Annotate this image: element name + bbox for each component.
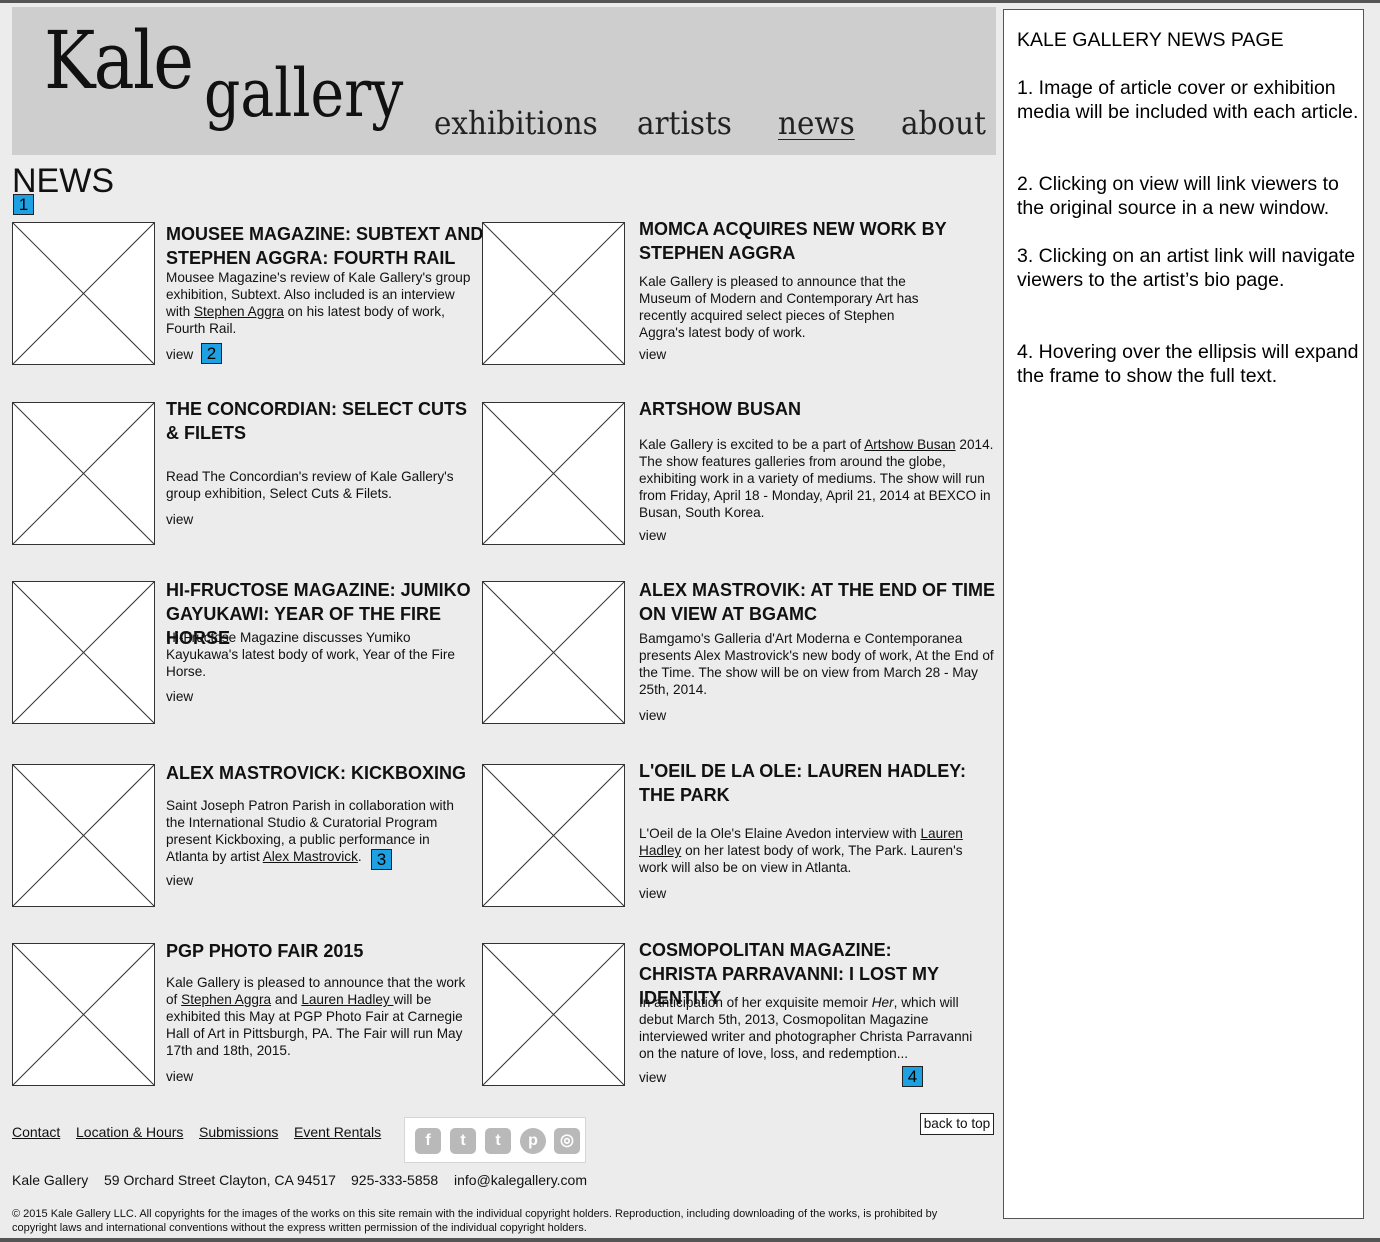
back-to-top-button[interactable]: back to top [920, 1113, 994, 1135]
article-title: ARTSHOW BUSAN [639, 399, 801, 419]
article-image-placeholder[interactable] [482, 222, 625, 365]
news-article: ARTSHOW BUSAN Kale Gallery is excited to… [482, 399, 993, 552]
nav-artists[interactable]: artists [637, 103, 732, 143]
view-link[interactable]: view [639, 1070, 666, 1085]
article-summary: Kale Gallery is pleased to announce that… [639, 274, 919, 340]
annotation-marker-2: 2 [201, 343, 222, 364]
article-summary: Kale Gallery is pleased to announce that… [166, 975, 466, 1058]
article-image-placeholder[interactable] [12, 764, 155, 907]
article-summary: Bamgamo's Galleria d'Art Moderna e Conte… [639, 631, 994, 697]
article-summary: In anticipation of her exquisite memoir … [639, 995, 973, 1061]
news-article: ALEX MASTROVICK: KICKBOXING Saint Joseph… [12, 763, 482, 914]
article-image-placeholder[interactable] [12, 402, 155, 545]
view-link[interactable]: view [166, 347, 193, 362]
footer-contact-link[interactable]: Contact [12, 1124, 60, 1140]
logo-kale[interactable]: Kale [44, 21, 194, 101]
artist-link[interactable]: Lauren Hadley [301, 992, 393, 1007]
artist-link[interactable]: Alex Mastrovick [263, 849, 358, 864]
footer-location-link[interactable]: Location & Hours [76, 1124, 183, 1140]
article-title: L'OEIL DE LA OLE: LAUREN HADLEY: THE PAR… [639, 761, 966, 805]
phone-number: 925-333-5858 [351, 1172, 439, 1188]
annotation-marker-4: 4 [902, 1066, 923, 1087]
news-article: L'OEIL DE LA OLE: LAUREN HADLEY: THE PAR… [482, 761, 966, 914]
bottom-rule [0, 1238, 1380, 1242]
footer-rentals-link[interactable]: Event Rentals [294, 1124, 381, 1140]
article-title: ALEX MASTROVICK: KICKBOXING [166, 763, 467, 783]
view-link[interactable]: view [639, 886, 666, 901]
facebook-icon[interactable]: f [415, 1128, 441, 1154]
news-article: ALEX MASTROVIK: AT THE END OF TIME ON VI… [482, 580, 995, 731]
article-title: ALEX MASTROVIK: AT THE END OF TIME ON VI… [639, 580, 995, 624]
annotation-marker-1: 1 [13, 194, 34, 215]
article-summary: Saint Joseph Patron Parish in collaborat… [166, 798, 454, 864]
main-nav: exhibitions artists news about [12, 103, 996, 143]
article-summary: Read The Concordian's review of Kale Gal… [166, 469, 454, 501]
article-summary: Kale Gallery is excited to be a part of … [639, 437, 994, 520]
news-article: MOMCA ACQUIRES NEW WORK BY STEPHEN AGGRA… [482, 219, 952, 372]
article-title: MOMCA ACQUIRES NEW WORK BY STEPHEN AGGRA [639, 219, 947, 263]
top-rule [0, 0, 1380, 3]
news-article: MOUSEE MAGAZINE: SUBTEXT AND STEPHEN AGG… [12, 222, 483, 372]
article-image-placeholder[interactable] [12, 581, 155, 724]
article-summary: Mousee Magazine's review of Kale Gallery… [166, 270, 471, 336]
view-link[interactable]: view [166, 689, 193, 704]
nav-exhibitions[interactable]: exhibitions [434, 103, 598, 143]
article-summary: L'Oeil de la Ole's Elaine Avedon intervi… [639, 826, 963, 875]
news-article: THE CONCORDIAN: SELECT CUTS & FILETS Rea… [12, 399, 482, 552]
event-link[interactable]: Artshow Busan [864, 437, 955, 452]
tumblr-icon[interactable]: t [485, 1128, 511, 1154]
view-link[interactable]: view [166, 873, 193, 888]
article-image-placeholder[interactable] [482, 943, 625, 1086]
note-4: 4. Hovering over the ellipsis will expan… [1017, 341, 1359, 387]
ellipsis-expand[interactable]: ... [897, 1046, 908, 1061]
note-2: 2. Clicking on view will link viewers to… [1017, 173, 1339, 219]
article-image-placeholder[interactable] [482, 402, 625, 545]
street-address: 59 Orchard Street Clayton, CA 94517 [104, 1172, 336, 1188]
social-icons: f t t p ◎ [404, 1117, 586, 1163]
article-title: MOUSEE MAGAZINE: SUBTEXT AND STEPHEN AGG… [166, 224, 484, 268]
copyright-notice: © 2015 Kale Gallery LLC. All copyrights … [12, 1208, 938, 1234]
pinterest-icon[interactable]: p [520, 1128, 546, 1154]
footer-submissions-link[interactable]: Submissions [199, 1124, 278, 1140]
article-image-placeholder[interactable] [482, 764, 625, 907]
email-address[interactable]: info@kalegallery.com [454, 1172, 587, 1188]
view-link[interactable]: view [166, 1069, 193, 1084]
twitter-icon[interactable]: t [450, 1128, 476, 1154]
gallery-name: Kale Gallery [12, 1172, 89, 1188]
view-link[interactable]: view [639, 347, 666, 362]
artist-link[interactable]: Stephen Aggra [181, 992, 271, 1007]
article-image-placeholder[interactable] [12, 943, 155, 1086]
notes-title: KALE GALLERY NEWS PAGE [1017, 29, 1284, 51]
view-link[interactable]: view [166, 512, 193, 527]
news-article: HI-FRUCTOSE MAGAZINE: JUMIKO GAYUKAWI: Y… [12, 580, 482, 731]
article-title: PGP PHOTO FAIR 2015 [166, 941, 364, 961]
article-image-placeholder[interactable] [482, 581, 625, 724]
news-article: COSMOPOLITAN MAGAZINE: CHRISTA PARRAVANN… [482, 940, 972, 1093]
view-link[interactable]: view [639, 708, 666, 723]
nav-about[interactable]: about [901, 103, 986, 143]
view-link[interactable]: view [639, 528, 666, 543]
article-title: THE CONCORDIAN: SELECT CUTS & FILETS [166, 399, 467, 443]
artist-link[interactable]: Stephen Aggra [194, 304, 284, 319]
article-summary: Hi-Fructose Magazine discusses Yumiko Ka… [166, 630, 455, 679]
article-image-placeholder[interactable] [12, 222, 155, 365]
note-3: 3. Clicking on an artist link will navig… [1017, 245, 1356, 291]
annotation-notes-panel: KALE GALLERY NEWS PAGE 1. Image of artic… [1003, 9, 1364, 1219]
annotation-marker-3: 3 [371, 849, 392, 870]
instagram-icon[interactable]: ◎ [554, 1128, 580, 1154]
news-article: PGP PHOTO FAIR 2015 Kale Gallery is plea… [12, 941, 482, 1093]
nav-news[interactable]: news [778, 103, 855, 143]
site-header: Kale gallery exhibitions artists news ab… [12, 7, 996, 155]
note-1: 1. Image of article cover or exhibition … [1017, 77, 1359, 123]
